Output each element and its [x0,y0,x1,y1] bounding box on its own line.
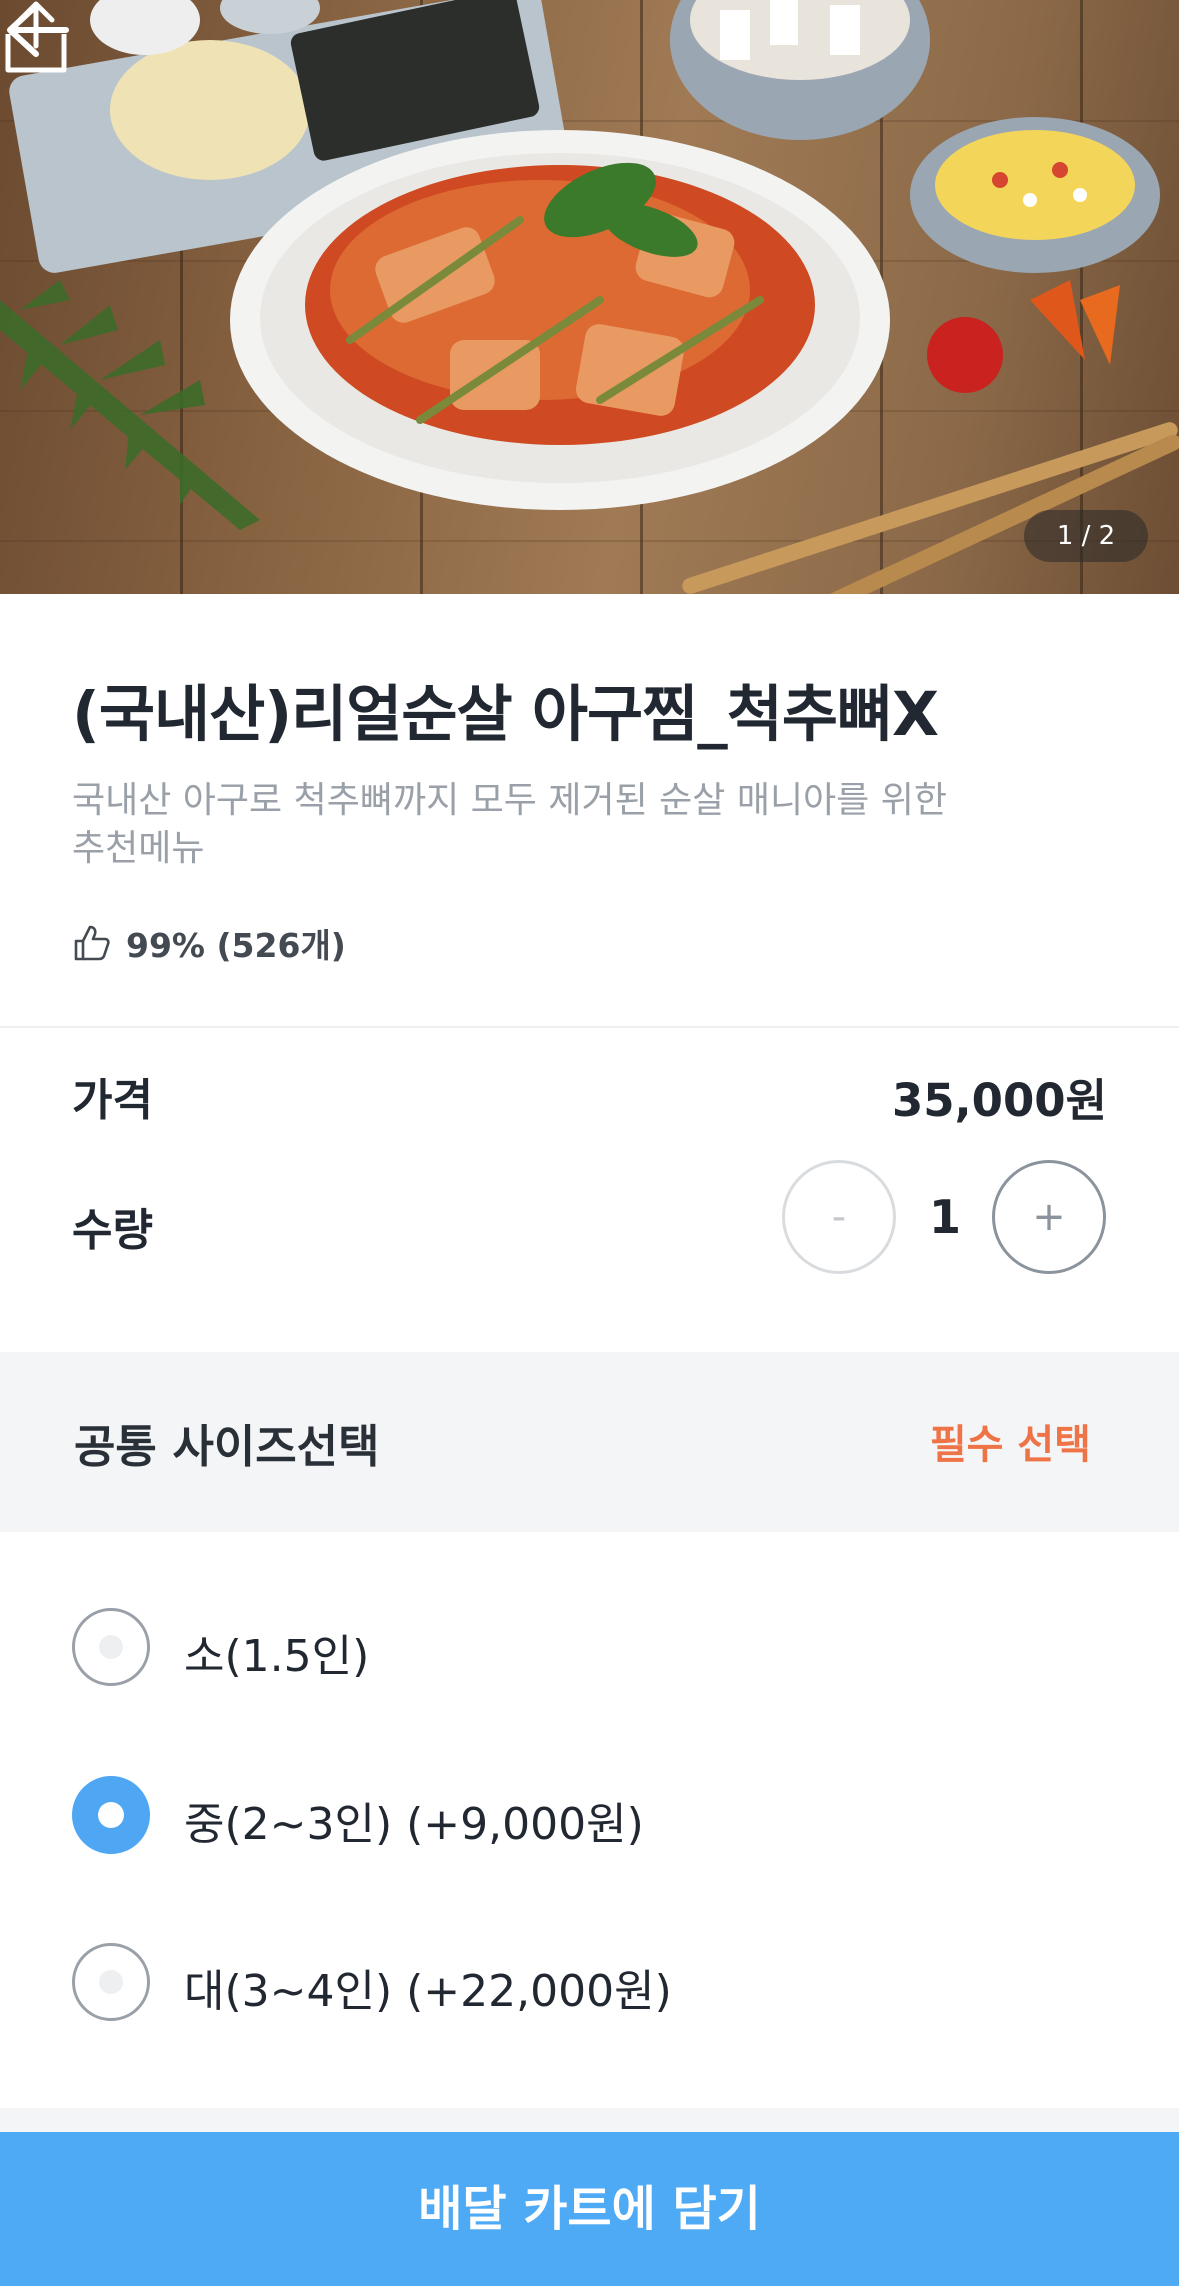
price-label: 가격 [72,1075,153,1126]
quantity-value: 1 [928,1190,961,1244]
share-icon[interactable] [0,0,72,76]
thumbs-up-icon [74,925,110,961]
bottom-spacer [0,2108,1179,2132]
size-option-label: 중(2~3인) (+9,000원) [184,1799,644,1850]
food-illustration [0,0,1179,594]
rating-value: 99% (526개) [126,926,346,965]
photo-pager-badge: 1 / 2 [1024,510,1148,562]
price-value: 35,000원 [891,1074,1107,1127]
size-option-title: 공통 사이즈선택 [74,1420,380,1473]
quantity-increase-button[interactable]: + [992,1160,1106,1274]
radio-button-selected[interactable] [72,1776,150,1854]
quantity-decrease-button[interactable]: - [782,1160,896,1274]
menu-description: 국내산 아구로 척추뼈까지 모두 제거된 순살 매니아를 위한 추천메뉴 [72,780,947,869]
section-divider [0,1026,1179,1028]
size-option-label: 소(1.5인) [184,1631,370,1682]
menu-photo: 1 / 2 [0,0,1179,594]
radio-button[interactable] [72,1608,150,1686]
required-badge: 필수 선택 [929,1422,1091,1468]
size-option-label: 대(3~4인) (+22,000원) [184,1966,672,2017]
quantity-label: 수량 [72,1205,153,1256]
size-option-medium[interactable]: 중(2~3인) (+9,000원) [0,1750,1179,1880]
radio-button[interactable] [72,1943,150,2021]
size-option-large[interactable]: 대(3~4인) (+22,000원) [0,1917,1179,2047]
size-option-header: 공통 사이즈선택 필수 선택 [0,1352,1179,1532]
size-option-small[interactable]: 소(1.5인) [0,1582,1179,1712]
menu-title: (국내산)리얼순살 아구찜_척추뼈X [72,679,939,750]
menu-rating: 99% (526개) [72,918,346,968]
add-to-cart-button[interactable]: 배달 카트에 담기 [0,2132,1179,2286]
